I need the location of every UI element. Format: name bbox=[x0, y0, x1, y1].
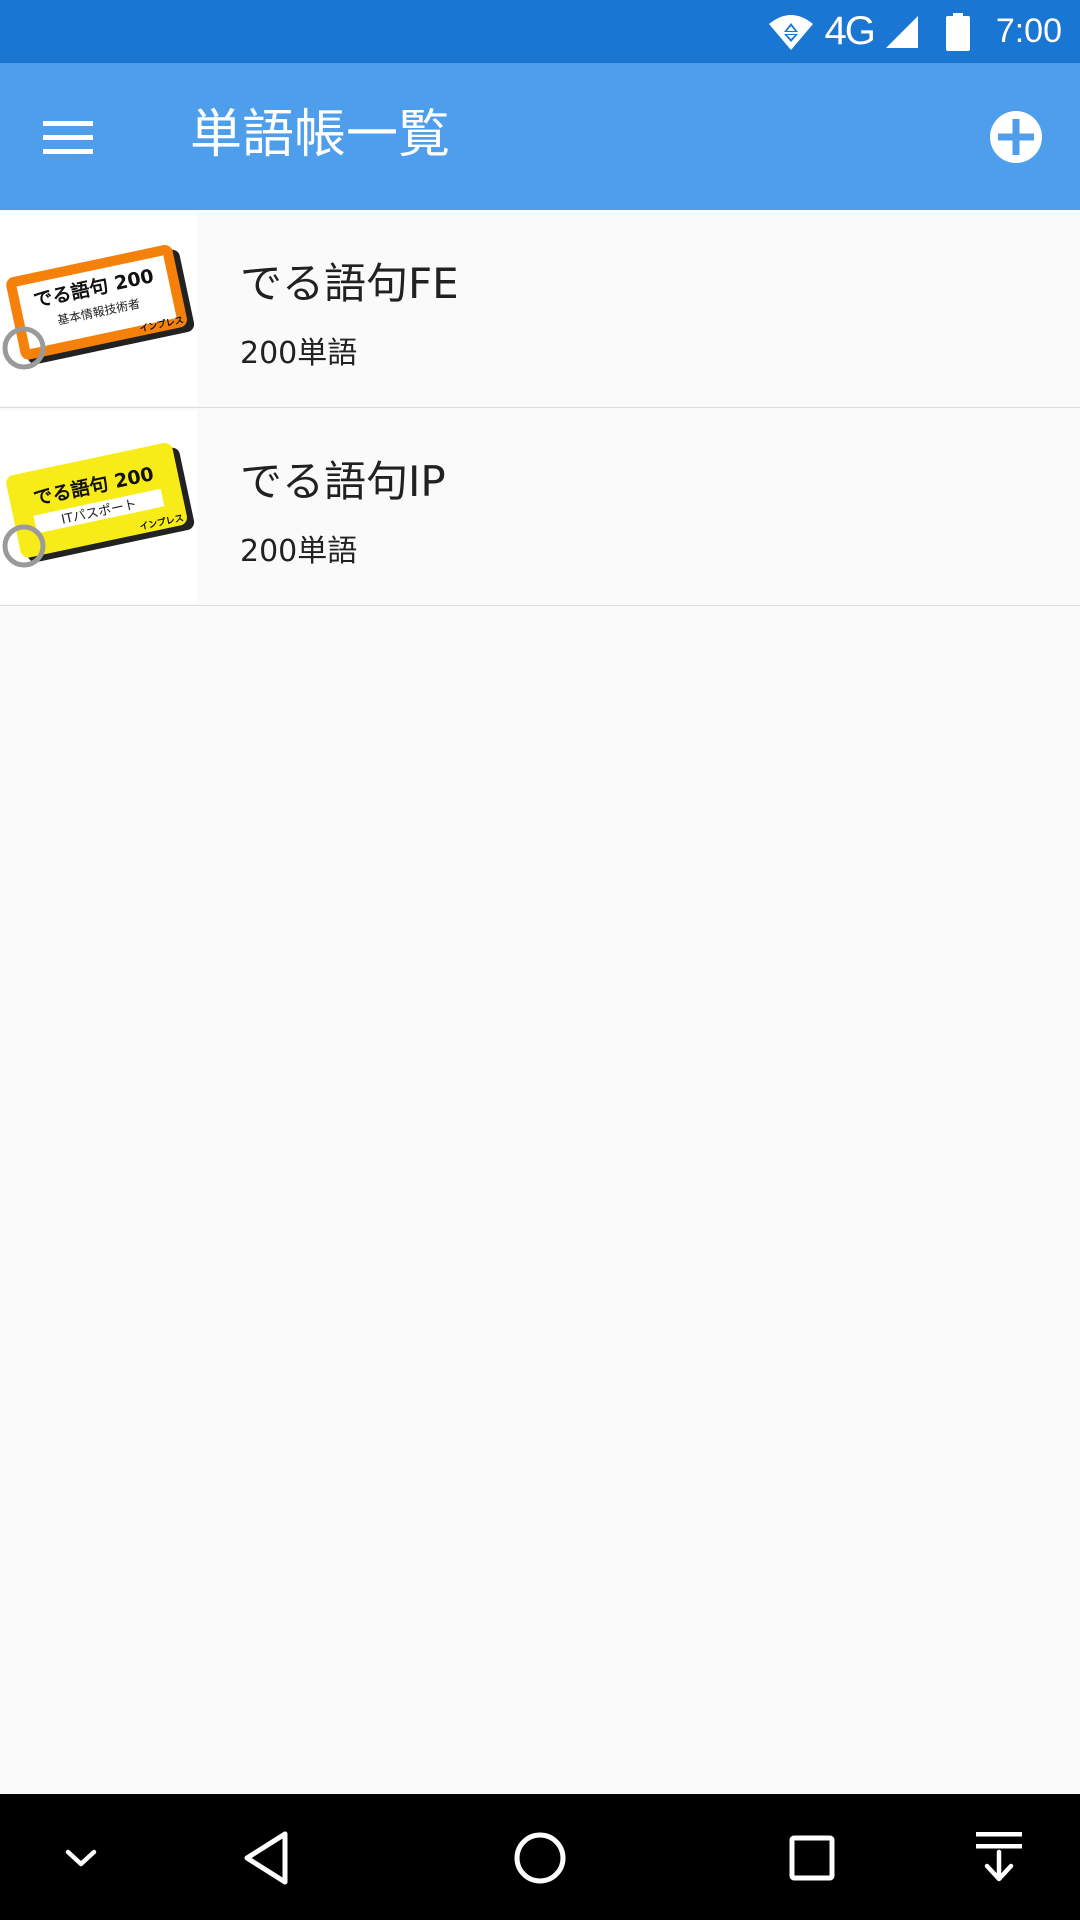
keyboard-hide-button[interactable] bbox=[46, 1822, 116, 1892]
wifi-icon bbox=[769, 14, 814, 50]
back-button[interactable] bbox=[233, 1822, 303, 1892]
wordbook-thumbnail: でる語句 200 ITパスポート インプレス bbox=[0, 410, 197, 604]
notification-pull-button[interactable] bbox=[964, 1822, 1034, 1892]
list-item[interactable]: でる語句 200 基本情報技術者 インプレス でる語句FE 200単語 bbox=[0, 210, 1080, 408]
hamburger-menu-icon bbox=[43, 121, 93, 154]
navigation-bar bbox=[0, 1794, 1080, 1920]
wordbook-title: でる語句IP bbox=[240, 457, 446, 506]
status-bar: 4G 7:00 bbox=[0, 0, 1080, 63]
wordbook-count: 200単語 bbox=[240, 336, 358, 371]
wordbook-list: でる語句 200 基本情報技術者 インプレス でる語句FE 200単語 でる語句… bbox=[0, 210, 1080, 606]
recents-button[interactable] bbox=[777, 1822, 847, 1892]
wordbook-count: 200単語 bbox=[240, 534, 358, 569]
status-icons: 4G 7:00 bbox=[768, 0, 1062, 63]
menu-button[interactable] bbox=[40, 109, 96, 165]
wordbook-title: でる語句FE bbox=[240, 259, 459, 308]
back-icon bbox=[244, 1831, 288, 1885]
list-item[interactable]: でる語句 200 ITパスポート インプレス でる語句IP 200単語 bbox=[0, 408, 1080, 606]
wordbook-thumbnail: でる語句 200 基本情報技術者 インプレス bbox=[0, 212, 197, 406]
recents-icon bbox=[789, 1835, 835, 1881]
cell-signal-icon bbox=[885, 15, 918, 48]
notification-pull-icon bbox=[976, 1832, 1022, 1882]
app-bar: 単語帳一覧 bbox=[0, 63, 1080, 210]
home-icon bbox=[514, 1832, 566, 1884]
battery-icon bbox=[945, 12, 970, 51]
add-circle-icon bbox=[990, 111, 1042, 163]
status-time: 7:00 bbox=[995, 12, 1062, 50]
add-wordbook-button[interactable] bbox=[988, 109, 1044, 165]
home-button[interactable] bbox=[505, 1822, 575, 1892]
network-type: 4G bbox=[824, 9, 875, 53]
chevron-down-icon bbox=[65, 1849, 97, 1867]
page-title: 単語帳一覧 bbox=[190, 105, 451, 165]
